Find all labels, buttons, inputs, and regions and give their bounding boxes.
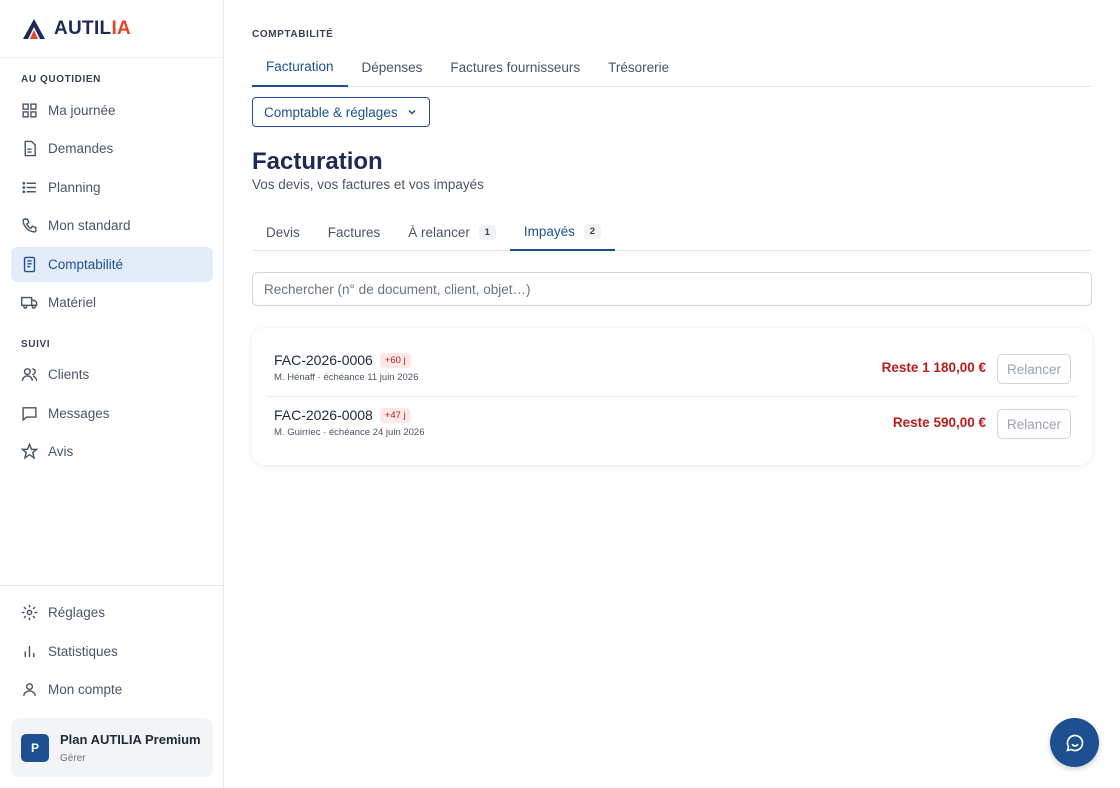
list-icon xyxy=(22,181,36,194)
section-label-follow: SUIVI xyxy=(21,339,51,350)
star-icon xyxy=(21,443,38,460)
search-input[interactable] xyxy=(252,272,1092,306)
sub-tabs: Devis Factures À relancer 1 Impayés 2 xyxy=(252,213,1092,251)
sidebar-item-label: Demandes xyxy=(48,141,114,156)
tab-depenses[interactable]: Dépenses xyxy=(348,48,437,87)
tab-label: Factures xyxy=(327,224,381,240)
plan-avatar: P xyxy=(21,733,49,762)
tab-a-relancer[interactable]: À relancer 1 xyxy=(394,213,510,251)
invoice-meta: M. Guirriec · échéance 24 juin 2026 xyxy=(274,427,425,438)
invoice-row[interactable]: FAC-2026-0008 +47 j M. Guirriec · échéanc… xyxy=(266,397,1078,452)
ledger-icon xyxy=(23,256,36,273)
remaining-amount: Reste 1 180,00 € xyxy=(881,360,986,375)
sidebar-item-label: Mon compte xyxy=(48,682,123,697)
grid-icon xyxy=(22,103,37,118)
sidebar-item-label: Planning xyxy=(48,180,101,195)
sidebar-item-label: Statistiques xyxy=(48,644,118,659)
chat-bubble-icon xyxy=(1065,734,1083,752)
invoice-row[interactable]: FAC-2026-0006 +60 j M. Hénaff · échéance … xyxy=(266,342,1078,397)
invoice-ref: FAC-2026-0008 +47 j xyxy=(274,407,411,423)
gear-icon xyxy=(21,604,38,621)
settings-dropdown[interactable]: Comptable & réglages xyxy=(252,97,430,127)
tab-label: Devis xyxy=(266,224,300,240)
document-icon xyxy=(24,140,36,157)
sidebar-item-label: Comptabilité xyxy=(48,257,124,272)
sidebar-item-label: Ma journée xyxy=(48,103,116,118)
relancer-button[interactable]: Relancer xyxy=(997,354,1071,384)
tab-label: À relancer xyxy=(408,224,470,240)
sidebar-divider xyxy=(0,585,224,586)
chat-icon xyxy=(22,407,37,422)
late-badge: +60 j xyxy=(379,353,411,368)
settings-dropdown-label: Comptable & réglages xyxy=(264,104,398,120)
plan-card[interactable]: P Plan AUTILIA Premium Gérer xyxy=(11,718,213,777)
sidebar-item-label: Clients xyxy=(48,367,90,382)
tab-factures[interactable]: Factures xyxy=(314,213,395,251)
sidebar-item-materiel[interactable]: Matériel xyxy=(11,285,213,320)
sidebar-item-planning[interactable]: Planning xyxy=(11,170,213,205)
sidebar-item-statistiques[interactable]: Statistiques xyxy=(11,634,213,669)
top-tabs: Facturation Dépenses Factures fournisseu… xyxy=(252,48,1092,87)
late-badge: +47 j xyxy=(379,408,411,423)
tab-facturation[interactable]: Facturation xyxy=(252,48,348,87)
sidebar: AUTILIA AU QUOTIDIEN Ma journée Demandes… xyxy=(0,0,224,788)
sidebar-item-ma-journee[interactable]: Ma journée xyxy=(11,93,213,128)
unpaid-invoices-card: FAC-2026-0006 +60 j M. Hénaff · échéance … xyxy=(252,328,1092,465)
sidebar-item-mon-compte[interactable]: Mon compte xyxy=(11,672,213,707)
sidebar-item-label: Messages xyxy=(48,406,110,421)
sidebar-item-comptabilite[interactable]: Comptabilité xyxy=(11,247,213,282)
autilia-logo-icon xyxy=(23,18,45,39)
count-badge: 1 xyxy=(478,224,496,240)
invoice-ref: FAC-2026-0006 +60 j xyxy=(274,352,411,368)
plan-title: Plan AUTILIA Premium xyxy=(60,731,201,747)
chevron-down-icon xyxy=(408,109,416,115)
page-subtitle: Vos devis, vos factures et vos impayés xyxy=(252,177,484,192)
tab-impayes[interactable]: Impayés 2 xyxy=(509,213,615,251)
sidebar-item-label: Avis xyxy=(48,444,74,459)
chat-fab-button[interactable] xyxy=(1050,718,1099,767)
tab-label: Impayés xyxy=(523,223,575,239)
sidebar-item-messages[interactable]: Messages xyxy=(11,396,213,431)
phone-icon xyxy=(22,218,37,233)
users-icon xyxy=(21,368,38,381)
truck-icon xyxy=(21,296,38,309)
breadcrumb: COMPTABILITÉ xyxy=(252,29,334,40)
relancer-button[interactable]: Relancer xyxy=(997,409,1071,439)
sidebar-item-label: Mon standard xyxy=(48,218,131,233)
brand[interactable]: AUTILIA xyxy=(0,0,223,58)
section-label-daily: AU QUOTIDIEN xyxy=(21,74,101,85)
bar-chart-icon xyxy=(24,645,35,658)
tab-tresorerie[interactable]: Trésorerie xyxy=(594,48,683,87)
user-icon xyxy=(23,683,36,696)
tab-devis[interactable]: Devis xyxy=(252,213,314,251)
sidebar-item-mon-standard[interactable]: Mon standard xyxy=(11,208,213,243)
invoice-meta: M. Hénaff · échéance 11 juin 2026 xyxy=(274,372,419,383)
remaining-amount: Reste 590,00 € xyxy=(892,415,986,430)
tab-factures-fournisseurs[interactable]: Factures fournisseurs xyxy=(436,48,594,87)
sidebar-item-label: Matériel xyxy=(48,295,97,310)
sidebar-item-avis[interactable]: Avis xyxy=(11,434,213,469)
sidebar-item-demandes[interactable]: Demandes xyxy=(11,131,213,166)
plan-manage-link[interactable]: Gérer xyxy=(60,753,201,764)
sidebar-item-label: Réglages xyxy=(48,605,106,620)
count-badge: 2 xyxy=(583,223,601,239)
sidebar-item-clients[interactable]: Clients xyxy=(11,357,213,392)
sidebar-item-reglages[interactable]: Réglages xyxy=(11,595,213,630)
page-title: Facturation xyxy=(252,148,383,175)
brand-name: AUTILIA xyxy=(54,17,132,39)
